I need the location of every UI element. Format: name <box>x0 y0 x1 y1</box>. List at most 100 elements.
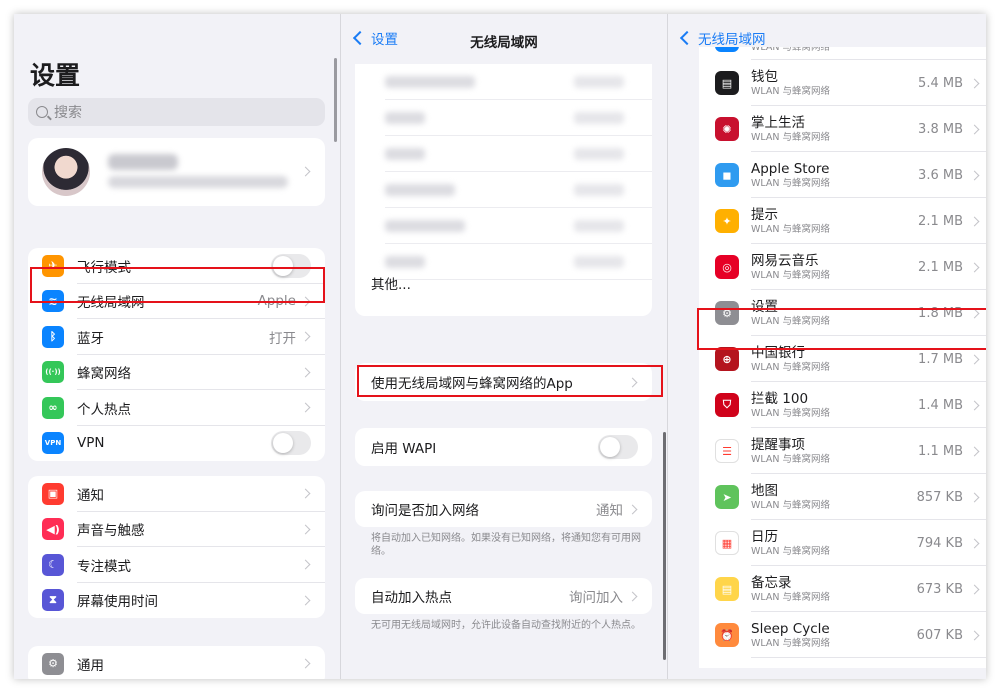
connectivity-group: ✈ 飞行模式 ≋ 无线局域网 Apple ᛒ 蓝牙 打开 ((·)) 蜂窝网络 ∞ 个人热点 VPN VP… <box>28 248 325 461</box>
app-size: 5.4 MB <box>918 75 963 91</box>
vpn-icon: VPN <box>42 432 64 455</box>
wifi-icon: ≋ <box>42 290 64 313</box>
app-size: 1.8 MB <box>918 305 963 321</box>
app-row[interactable]: ⚙ 设置 WLAN 与蜂窝网络 1.8 MB <box>699 290 986 336</box>
map-icon: ➤ <box>715 485 739 509</box>
scrollbar[interactable] <box>663 432 666 660</box>
blurred-name <box>108 154 178 170</box>
network-row[interactable] <box>355 172 652 208</box>
settings-row[interactable]: ∞ 个人热点 <box>28 390 325 426</box>
app-size: 3.8 MB <box>918 121 963 137</box>
app-row[interactable]: ▤ 备忘录 WLAN 与蜂窝网络 673 KB <box>699 566 986 612</box>
boc-icon: ⊕ <box>715 347 739 371</box>
app-row[interactable]: ✺ 掌上生活 WLAN 与蜂窝网络 3.8 MB <box>699 106 986 152</box>
ask-join-value: 通知 <box>596 503 623 519</box>
app-subtitle: WLAN 与蜂窝网络 <box>751 223 831 235</box>
row-value: 打开 <box>269 330 296 347</box>
row-label: 通用 <box>77 657 104 674</box>
app-name: 提示 <box>751 206 778 223</box>
settings-row[interactable]: ⧗ 屏幕使用时间 <box>28 583 325 619</box>
scrollbar[interactable] <box>334 58 337 142</box>
app-row[interactable]: ▤ 钱包 WLAN 与蜂窝网络 5.4 MB <box>699 60 986 106</box>
settings-icon: ⚙ <box>715 301 739 325</box>
app-names: Sleep Cycle WLAN 与蜂窝网络 <box>751 621 917 650</box>
app-size: 1.4 MB <box>918 397 963 413</box>
toggle-switch[interactable] <box>271 253 311 278</box>
chevron-right-icon <box>969 538 980 548</box>
chevron-right-icon <box>300 658 311 669</box>
auto-hotspot-note: 无可用无线局域网时，允许此设备自动查找附近的个人热点。 <box>371 620 641 631</box>
settings-row[interactable]: ◀) 声音与触感 <box>28 512 325 547</box>
chevron-left-icon <box>679 30 695 45</box>
settings-row[interactable]: VPN VPN <box>28 426 325 462</box>
wallet-icon: ▤ <box>715 71 739 95</box>
hourglass-icon: ⧗ <box>42 589 64 612</box>
app-names: 日历 WLAN 与蜂窝网络 <box>751 529 917 558</box>
app-name: 日历 <box>751 528 778 545</box>
row-label: 蓝牙 <box>77 330 104 347</box>
apps-using-wlan-button[interactable]: 使用无线局域网与蜂窝网络的App <box>355 363 652 401</box>
app-row[interactable]: ☰ 提醒事项 WLAN 与蜂窝网络 1.1 MB <box>699 428 986 474</box>
app-subtitle: WLAN 与蜂窝网络 <box>751 545 831 557</box>
app-name: 提醒事项 <box>751 436 805 453</box>
auto-hotspot-label: 自动加入热点 <box>371 590 452 606</box>
chevron-right-icon <box>300 488 311 499</box>
app-names: 网易云音乐 WLAN 与蜂窝网络 <box>751 253 918 282</box>
settings-row[interactable]: ✈ 飞行模式 <box>28 248 325 284</box>
app-names: 提示 WLAN 与蜂窝网络 <box>751 207 918 236</box>
settings-row[interactable]: ☾ 专注模式 <box>28 547 325 583</box>
app-subtitle: WLAN 与蜂窝网络 <box>751 315 831 327</box>
app-row[interactable]: ⊕ 中国银行 WLAN 与蜂窝网络 1.7 MB <box>699 336 986 382</box>
ask-join-row[interactable]: 询问是否加入网络 通知 <box>355 491 652 527</box>
hotspot-icon: ∞ <box>42 396 64 419</box>
apps-button-label: 使用无线局域网与蜂窝网络的App <box>371 376 573 392</box>
app-subtitle: WLAN 与蜂窝网络 <box>751 591 831 603</box>
apple-id-card[interactable] <box>28 138 325 206</box>
network-row[interactable] <box>355 64 652 100</box>
chevron-right-icon <box>969 354 980 364</box>
wlan-panel: 设置 无线局域网 其他... 使用无线局域网与蜂窝网络的App 启用 WAPI … <box>340 14 667 679</box>
app-size: 2.1 MB <box>918 213 963 229</box>
app-names: 提醒事项 WLAN 与蜂窝网络 <box>751 437 918 466</box>
auto-hotspot-row[interactable]: 自动加入热点 询问加入 <box>355 578 652 614</box>
other-network-label[interactable]: 其他... <box>371 273 411 293</box>
back-button[interactable]: 无线局域网 <box>668 28 766 48</box>
airplane-icon: ✈ <box>42 254 64 277</box>
row-divider <box>751 657 986 658</box>
settings-row[interactable]: ⚙ 通用 <box>28 646 325 679</box>
app-row[interactable]: ⏰ Sleep Cycle WLAN 与蜂窝网络 607 KB <box>699 612 986 658</box>
app-size: 794 KB <box>916 535 963 551</box>
row-label: 蜂窝网络 <box>77 366 131 383</box>
toggle-switch[interactable] <box>271 431 311 456</box>
zhangshang-icon: ✺ <box>715 117 739 141</box>
settings-row[interactable]: ▣ 通知 <box>28 476 325 512</box>
chevron-right-icon <box>300 367 311 378</box>
app-row[interactable]: ⛉ 拦截 100 WLAN 与蜂窝网络 1.4 MB <box>699 382 986 428</box>
app-row[interactable]: ◎ 网易云音乐 WLAN 与蜂窝网络 2.1 MB <box>699 244 986 290</box>
app-row[interactable]: ➤ 地图 WLAN 与蜂窝网络 857 KB <box>699 474 986 520</box>
wapi-toggle[interactable] <box>598 435 638 459</box>
app-size: 2.1 MB <box>918 259 963 275</box>
cellular-icon: ((·)) <box>42 361 64 384</box>
network-row[interactable] <box>355 208 652 244</box>
settings-row[interactable]: ≋ 无线局域网 Apple <box>28 284 325 319</box>
apps-list: ➤WLAN 与蜂窝网络0.3 MB▤钱包WLAN 与蜂窝网络5.4 MB✺掌上生… <box>699 36 986 668</box>
row-label: VPN <box>77 435 105 452</box>
app-name: 钱包 <box>751 68 778 85</box>
back-button[interactable]: 设置 <box>341 28 398 48</box>
settings-row[interactable]: ᛒ 蓝牙 打开 <box>28 319 325 355</box>
app-name: 掌上生活 <box>751 114 805 131</box>
network-row[interactable] <box>355 136 652 172</box>
search-field[interactable]: 搜索 <box>28 98 325 126</box>
network-row[interactable] <box>355 100 652 136</box>
app-row[interactable]: ▦ 日历 WLAN 与蜂窝网络 794 KB <box>699 520 986 566</box>
chevron-right-icon <box>300 296 311 307</box>
chevron-right-icon <box>627 504 638 514</box>
app-row[interactable]: ✦ 提示 WLAN 与蜂窝网络 2.1 MB <box>699 198 986 244</box>
app-names: 备忘录 WLAN 与蜂窝网络 <box>751 575 917 604</box>
reminders-icon: ☰ <box>715 439 739 463</box>
settings-row[interactable]: ((·)) 蜂窝网络 <box>28 355 325 390</box>
app-names: Apple Store WLAN 与蜂窝网络 <box>751 161 918 190</box>
ask-join-note: 将自动加入已知网络。如果没有已知网络，将通知您有可用网络。 <box>371 533 641 557</box>
app-row[interactable]: ◼ Apple Store WLAN 与蜂窝网络 3.6 MB <box>699 152 986 198</box>
